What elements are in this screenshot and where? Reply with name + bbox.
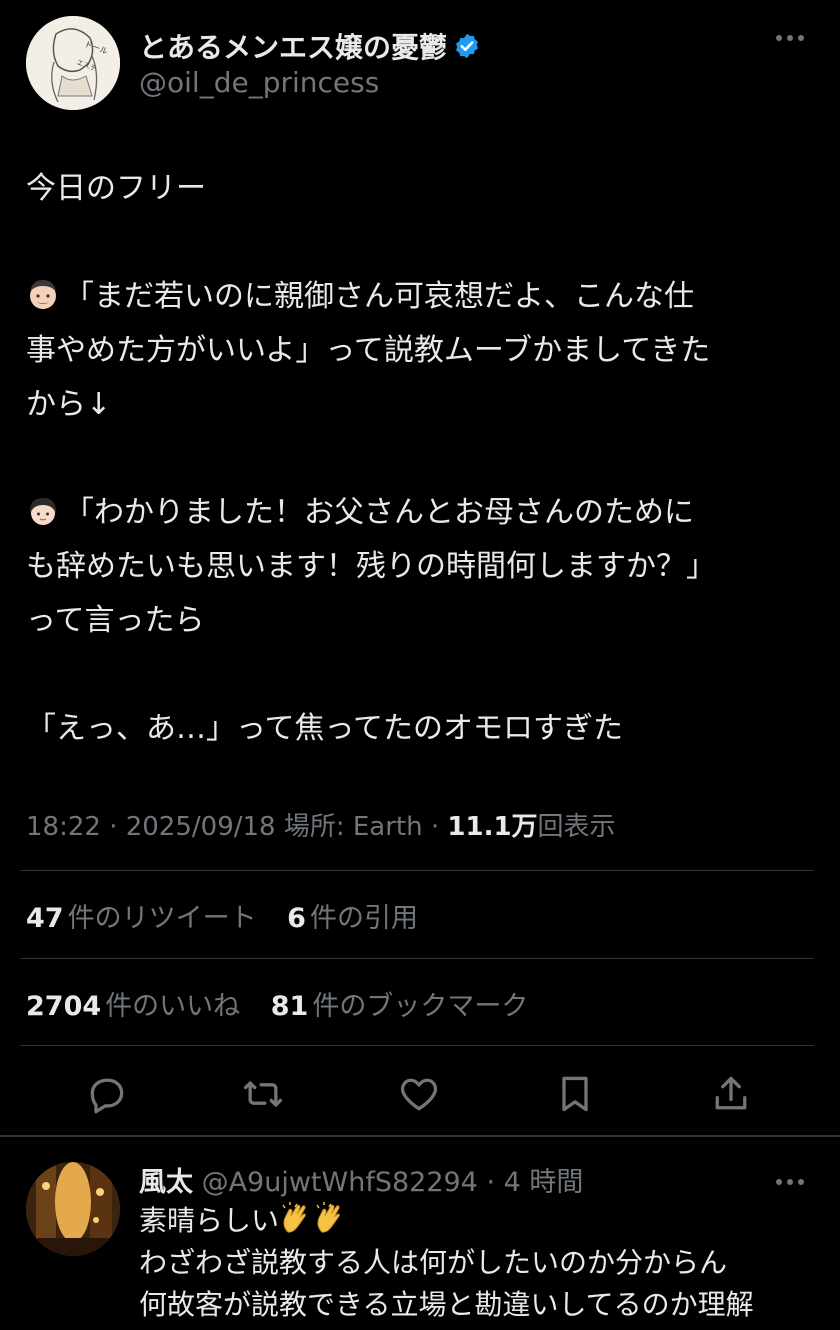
more-options-icon[interactable]: [776, 30, 808, 46]
post-line: も辞めたいも思います！残りの時間何しますか？」: [26, 549, 716, 584]
clapping-hands-emoji-icon: [282, 1202, 306, 1233]
like-icon[interactable]: [397, 1072, 441, 1116]
clapping-hands-emoji-icon: [316, 1202, 340, 1233]
reply-line: わざわざ説教する人は何がしたいのか分からん: [139, 1246, 728, 1279]
quotes-stat[interactable]: 6 件の引用: [287, 903, 418, 934]
reply-item[interactable]: 風太 @A9ujwtWhfS82294 · 4 時間 素晴らしい わざわざ説教す…: [0, 1140, 840, 1330]
reply-line: 何故客が説教できる立場と勘違いしてるのか理解: [139, 1288, 754, 1321]
post-timestamp-location[interactable]: 18:22 · 2025/09/18 場所: Earth ·: [26, 812, 447, 842]
action-bar: [0, 1066, 840, 1126]
post-line: から↓: [26, 387, 112, 422]
reply-line: 素晴らしい: [139, 1200, 754, 1242]
views-count: 11.1万: [447, 812, 538, 842]
divider: [20, 870, 814, 871]
post-header: ドール エステ とあるメンエス嬢の憂鬱 @oil_de_princess: [26, 16, 816, 112]
girl-face-emoji-icon: [29, 498, 57, 525]
divider: [20, 1045, 814, 1046]
reply-more-options-icon[interactable]: [776, 1174, 808, 1190]
reply-avatar-photo: [26, 1162, 120, 1256]
verified-badge-icon[interactable]: [453, 32, 481, 60]
engagement-stats: 2704 件のいいね 81 件のブックマーク: [26, 984, 550, 1023]
reply-icon[interactable]: [85, 1072, 129, 1116]
reply-handle-time[interactable]: @A9ujwtWhfS82294 · 4 時間: [193, 1167, 584, 1198]
post-line: って言ったら: [26, 603, 205, 638]
reply-display-name[interactable]: 風太: [139, 1167, 193, 1198]
section-divider: [0, 1135, 840, 1137]
post-text: 今日のフリー 「まだ若いのに親御さん可哀想だよ、こんな仕 事やめた方がいいよ」っ…: [26, 162, 816, 756]
repost-stats: 47 件のリツイート 6 件の引用: [26, 896, 440, 935]
reply-text: 素晴らしい わざわざ説教する人は何がしたいのか分からん 何故客が説教できる立場と…: [139, 1200, 754, 1326]
post-line: 「まだ若いのに親御さん可哀想だよ、こんな仕: [26, 270, 816, 324]
post-line: 「わかりました！お父さんとお母さんのために: [26, 486, 816, 540]
reply-header: 風太 @A9ujwtWhfS82294 · 4 時間: [139, 1160, 583, 1199]
divider: [20, 958, 814, 959]
retweets-stat[interactable]: 47 件のリツイート: [26, 903, 257, 934]
post-meta: 18:22 · 2025/09/18 場所: Earth · 11.1万回表示: [26, 806, 616, 843]
avatar-illustration: ドール エステ: [26, 16, 120, 110]
post-line: 「えっ、あ…」って焦ってたのオモロすぎた: [26, 711, 623, 746]
retweet-icon[interactable]: [241, 1072, 285, 1116]
author-handle[interactable]: @oil_de_princess: [139, 66, 379, 99]
reply-avatar[interactable]: [26, 1162, 120, 1256]
bookmarks-stat[interactable]: 81 件のブックマーク: [271, 991, 529, 1022]
author-name-row: とあるメンエス嬢の憂鬱: [139, 26, 481, 66]
bookmark-icon[interactable]: [553, 1072, 597, 1116]
author-display-name[interactable]: とあるメンエス嬢の憂鬱: [139, 26, 447, 66]
post-line: 今日のフリー: [26, 171, 206, 206]
likes-stat[interactable]: 2704 件のいいね: [26, 991, 240, 1022]
post-line: 事やめた方がいいよ」って説教ムーブかましてきた: [26, 333, 711, 368]
views-label: 回表示: [537, 812, 616, 842]
author-avatar[interactable]: ドール エステ: [26, 16, 120, 110]
man-face-emoji-icon: [30, 280, 56, 309]
share-icon[interactable]: [709, 1072, 753, 1116]
